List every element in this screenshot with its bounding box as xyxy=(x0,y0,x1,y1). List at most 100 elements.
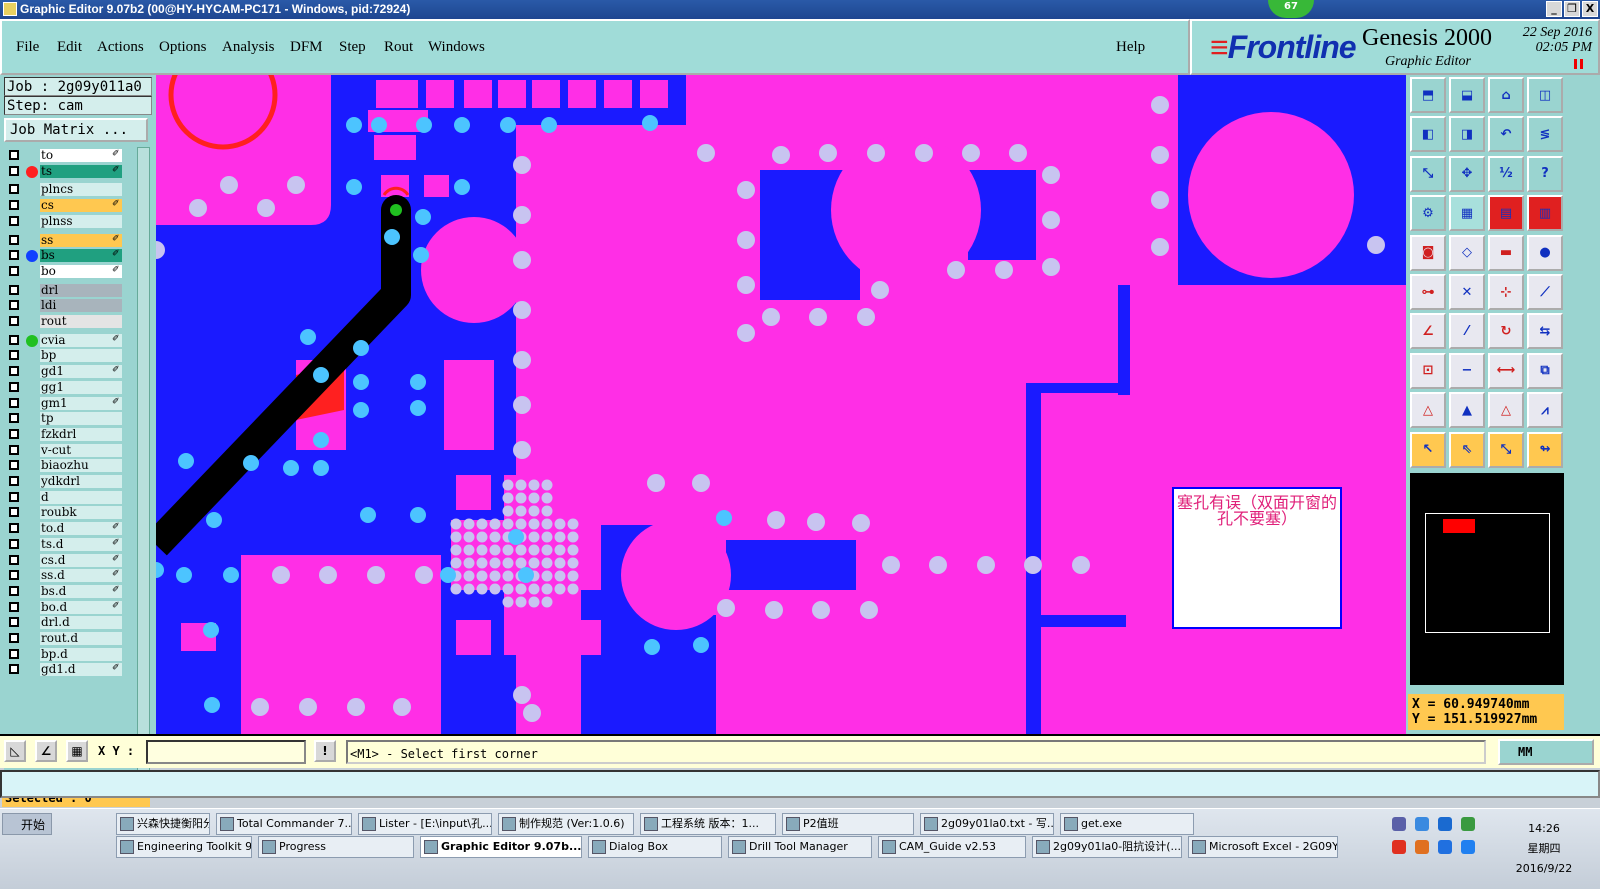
taskbar-item[interactable]: P2值班 xyxy=(782,813,914,835)
overview-map[interactable] xyxy=(1410,473,1564,685)
layer-row-bp.d[interactable]: bp.d xyxy=(4,647,134,661)
layer-row-rout.d[interactable]: rout.d xyxy=(4,632,134,645)
triangle-wave-icon[interactable]: ⩘ xyxy=(1527,392,1563,429)
taskbar-item[interactable]: 2g09y01la0.txt - 写... xyxy=(920,813,1054,835)
layer-checkbox[interactable] xyxy=(9,570,19,581)
wizard-icon[interactable]: ⚙ xyxy=(1410,195,1446,232)
layer-checkbox[interactable] xyxy=(9,397,19,408)
layer-checkbox[interactable] xyxy=(9,633,19,643)
grid-icon[interactable]: ▦ xyxy=(1449,195,1485,232)
layer-checkbox[interactable] xyxy=(9,334,19,345)
security-icon[interactable] xyxy=(1461,817,1475,831)
tray-app-icon[interactable] xyxy=(1392,840,1406,854)
layer-checkbox[interactable] xyxy=(9,350,19,361)
layer-red-icon[interactable]: ▤ xyxy=(1488,195,1524,232)
menu-dfm[interactable]: DFM xyxy=(290,39,323,56)
layer-row-plnss[interactable]: plnss xyxy=(4,214,134,228)
route-icon[interactable]: ≶ xyxy=(1527,116,1563,153)
zoom-center-icon[interactable]: ✥ xyxy=(1449,155,1485,192)
layer-row-bp[interactable]: bp xyxy=(4,349,134,363)
layer-row-ldi[interactable]: ldi xyxy=(4,299,134,313)
unit-selector[interactable]: MM xyxy=(1498,739,1594,765)
node-icon[interactable]: ⊹ xyxy=(1488,274,1524,310)
layer-row-to[interactable]: to ✐ xyxy=(4,149,134,162)
open-tool-icon[interactable]: ⬓ xyxy=(1449,77,1485,113)
layer-scrollbar[interactable] xyxy=(137,147,150,785)
mirror-icon[interactable]: ⇆ xyxy=(1527,313,1563,350)
pad-icon[interactable]: ● xyxy=(1527,234,1563,271)
xy-input[interactable] xyxy=(146,740,306,764)
layer-row-cs.d[interactable]: cs.d ✐ xyxy=(4,553,134,567)
layer-pair-icon[interactable]: ▥ xyxy=(1527,195,1563,232)
layer-checkbox[interactable] xyxy=(9,554,19,565)
cross-icon[interactable]: ✕ xyxy=(1449,274,1485,310)
layer-row-fzkdrl[interactable]: fzkdrl xyxy=(4,427,134,441)
layer-checkbox[interactable] xyxy=(9,150,19,160)
layer-row-tp[interactable]: tp xyxy=(4,412,134,426)
close-icon[interactable]: X xyxy=(1582,1,1598,17)
transform-icon[interactable]: ⊡ xyxy=(1410,352,1446,389)
layer-row-bo[interactable]: bo ✐ xyxy=(4,264,134,278)
tray-shield-icon[interactable] xyxy=(1461,840,1475,854)
layer-checkbox[interactable] xyxy=(9,585,19,596)
menu-rout[interactable]: Rout xyxy=(384,39,413,56)
layer-checkbox[interactable] xyxy=(9,601,19,612)
save-tool-icon[interactable]: ⬒ xyxy=(1410,77,1446,113)
copy-icon[interactable]: ⧉ xyxy=(1527,352,1563,389)
layer-checkbox[interactable] xyxy=(9,523,19,534)
layer-checkbox[interactable] xyxy=(9,381,19,392)
angle-icon[interactable]: ∠ xyxy=(35,740,57,762)
menu-file[interactable]: File xyxy=(16,39,39,56)
measure-icon[interactable]: ⟷ xyxy=(1488,352,1524,389)
layer-row-ts.d[interactable]: ts.d ✐ xyxy=(4,537,134,551)
taskbar-item[interactable]: Lister - [E:\input\孔... xyxy=(358,813,492,835)
menu-actions[interactable]: Actions xyxy=(97,39,144,56)
layer-row-ss[interactable]: ss ✐ xyxy=(4,233,134,247)
layer-checkbox[interactable] xyxy=(9,664,19,675)
triangle-dual-icon[interactable]: ▲ xyxy=(1449,392,1485,429)
layer-checkbox[interactable] xyxy=(9,648,19,659)
rotate-icon[interactable]: ↻ xyxy=(1488,313,1524,350)
layer-checkbox[interactable] xyxy=(9,460,19,471)
tray-delta-icon[interactable] xyxy=(1415,840,1429,854)
select-arrow-icon[interactable]: ↖ xyxy=(1410,431,1446,468)
layer-checkbox[interactable] xyxy=(9,413,19,424)
layer-checkbox[interactable] xyxy=(9,265,19,276)
undo-view-icon[interactable]: ↶ xyxy=(1488,116,1524,153)
select-arrow-circle-icon[interactable]: ⤡ xyxy=(1488,431,1524,468)
graphic-canvas[interactable]: 塞孔有误（双面开窗的孔不要塞） xyxy=(156,75,1406,734)
taskbar-item[interactable]: Engineering Toolkit 9.07... xyxy=(116,836,252,858)
layer-checkbox[interactable] xyxy=(9,300,19,311)
erase-icon[interactable]: ◇ xyxy=(1449,234,1485,271)
taskbar-item[interactable]: 2g09y01la0-阻抗设计(... xyxy=(1032,836,1182,858)
layer-checkbox[interactable] xyxy=(9,184,19,195)
menu-edit[interactable]: Edit xyxy=(57,39,82,56)
layer-row-gd1.d[interactable]: gd1.d ✐ xyxy=(4,663,134,677)
layer-row-bs.d[interactable]: bs.d ✐ xyxy=(4,584,134,598)
layer-row-ts[interactable]: ts ✐ xyxy=(4,164,134,178)
job-matrix-button[interactable]: Job Matrix ... xyxy=(4,118,148,142)
taskbar-item[interactable]: 工程系统 版本：1... xyxy=(640,813,776,835)
layer-checkbox[interactable] xyxy=(9,284,19,295)
layer-checkbox[interactable] xyxy=(9,538,19,549)
ruler-icon[interactable]: ▬ xyxy=(1488,234,1524,271)
minus-icon[interactable]: − xyxy=(1449,352,1485,389)
pan-right-icon[interactable]: ◨ xyxy=(1449,116,1485,153)
layer-row-gm1[interactable]: gm1 ✐ xyxy=(4,396,134,410)
menu-help[interactable]: Help xyxy=(1116,39,1145,56)
layer-row-bo.d[interactable]: bo.d ✐ xyxy=(4,600,134,614)
tray-network-icon[interactable] xyxy=(1415,817,1429,831)
layer-row-ss.d[interactable]: ss.d ✐ xyxy=(4,569,134,583)
menu-analysis[interactable]: Analysis xyxy=(222,39,275,56)
layer-row-roubk[interactable]: roubk xyxy=(4,506,134,520)
taskbar-item[interactable]: Graphic Editor 9.07b... xyxy=(420,836,582,858)
grid-snap-icon[interactable]: ▦ xyxy=(66,740,88,762)
layer-checkbox[interactable] xyxy=(9,617,19,628)
layer-checkbox[interactable] xyxy=(9,316,19,326)
layer-row-to.d[interactable]: to.d ✐ xyxy=(4,522,134,536)
layer-row-rout[interactable]: rout xyxy=(4,315,134,328)
layer-row-biaozhu[interactable]: biaozhu xyxy=(4,459,134,473)
layer-row-plncs[interactable]: plncs xyxy=(4,183,134,197)
link-icon[interactable]: ⟋ xyxy=(1527,274,1563,310)
snap-icon[interactable]: ◺ xyxy=(4,740,26,762)
